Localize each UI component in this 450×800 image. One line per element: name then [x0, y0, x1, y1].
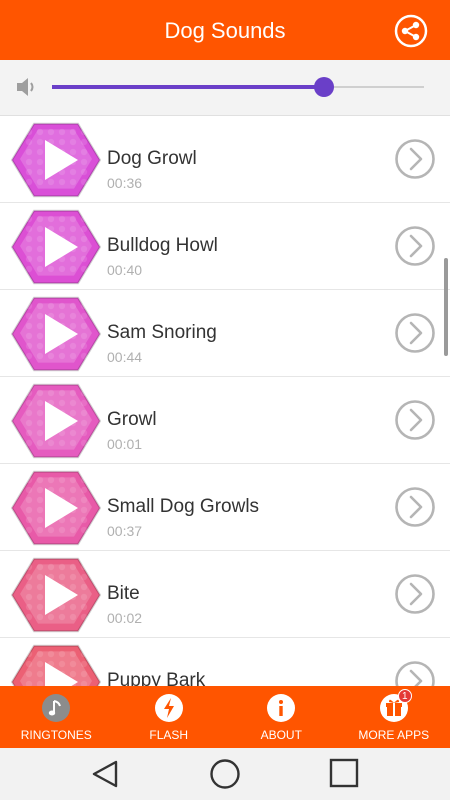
info-icon — [267, 694, 296, 722]
volume-slider-fill — [52, 85, 324, 89]
flash-icon — [154, 694, 183, 722]
app-title: Dog Sounds — [164, 18, 286, 43]
list-item[interactable]: Puppy Bark — [0, 638, 450, 686]
play-icon[interactable] — [10, 377, 102, 464]
sound-name: Small Dog Growls — [107, 496, 260, 517]
list-item[interactable]: Bulldog Howl 00:40 — [0, 203, 450, 290]
list-item[interactable]: Dog Growl 00:36 — [0, 116, 450, 203]
play-icon[interactable] — [10, 638, 102, 686]
chevron-right-icon[interactable] — [394, 138, 436, 180]
sound-list: Dog Growl 00:36 Bulldog Howl 00:40 Sam S… — [0, 116, 450, 686]
chevron-right-icon[interactable] — [394, 573, 436, 615]
scrollbar[interactable] — [444, 258, 448, 356]
sound-name: Puppy Bark — [107, 670, 206, 686]
chevron-right-icon[interactable] — [394, 399, 436, 441]
volume-bar — [0, 60, 450, 116]
back-icon[interactable] — [90, 758, 122, 790]
nav-label: MORE APPS — [358, 728, 430, 742]
play-icon[interactable] — [10, 116, 102, 203]
sound-duration: 00:01 — [107, 436, 143, 452]
notification-badge: 1 — [397, 689, 412, 703]
play-icon[interactable] — [10, 551, 102, 638]
sound-duration: 00:36 — [107, 175, 143, 191]
play-icon[interactable] — [10, 464, 102, 551]
sound-name: Growl — [107, 409, 157, 430]
music-note-icon — [42, 694, 71, 722]
chevron-right-icon[interactable] — [394, 225, 436, 267]
volume-slider[interactable] — [52, 77, 424, 97]
sound-name: Bite — [107, 583, 140, 604]
nav-about[interactable]: ABOUT — [225, 686, 338, 748]
sound-name: Bulldog Howl — [107, 235, 218, 256]
bottom-nav: RINGTONES FLASH ABOUT 1 MORE APPS — [0, 686, 450, 748]
app-bar: Dog Sounds — [0, 0, 450, 60]
chevron-right-icon[interactable] — [394, 660, 436, 686]
chevron-right-icon[interactable] — [394, 312, 436, 354]
play-icon[interactable] — [10, 203, 102, 290]
system-nav-bar — [0, 748, 450, 800]
list-item[interactable]: Sam Snoring 00:44 — [0, 290, 450, 377]
recents-icon[interactable] — [328, 758, 360, 790]
nav-more-apps[interactable]: 1 MORE APPS — [338, 686, 450, 748]
nav-label: ABOUT — [260, 728, 302, 742]
nav-ringtones[interactable]: RINGTONES — [0, 686, 113, 748]
sound-duration: 00:37 — [107, 523, 143, 539]
share-icon[interactable] — [394, 14, 428, 48]
list-item[interactable]: Small Dog Growls 00:37 — [0, 464, 450, 551]
list-item[interactable]: Growl 00:01 — [0, 377, 450, 464]
sound-duration: 00:44 — [107, 349, 143, 365]
home-icon[interactable] — [208, 758, 242, 792]
sound-duration: 00:02 — [107, 610, 143, 626]
speaker-icon — [17, 78, 34, 96]
list-item[interactable]: Bite 00:02 — [0, 551, 450, 638]
nav-flash[interactable]: FLASH — [113, 686, 226, 748]
sound-duration: 00:40 — [107, 262, 143, 278]
play-icon[interactable] — [10, 290, 102, 377]
sound-name: Dog Growl — [107, 148, 197, 169]
nav-label: FLASH — [149, 728, 189, 742]
volume-slider-thumb[interactable] — [313, 77, 334, 97]
nav-label: RINGTONES — [20, 728, 92, 742]
sound-name: Sam Snoring — [107, 322, 217, 343]
chevron-right-icon[interactable] — [394, 486, 436, 528]
